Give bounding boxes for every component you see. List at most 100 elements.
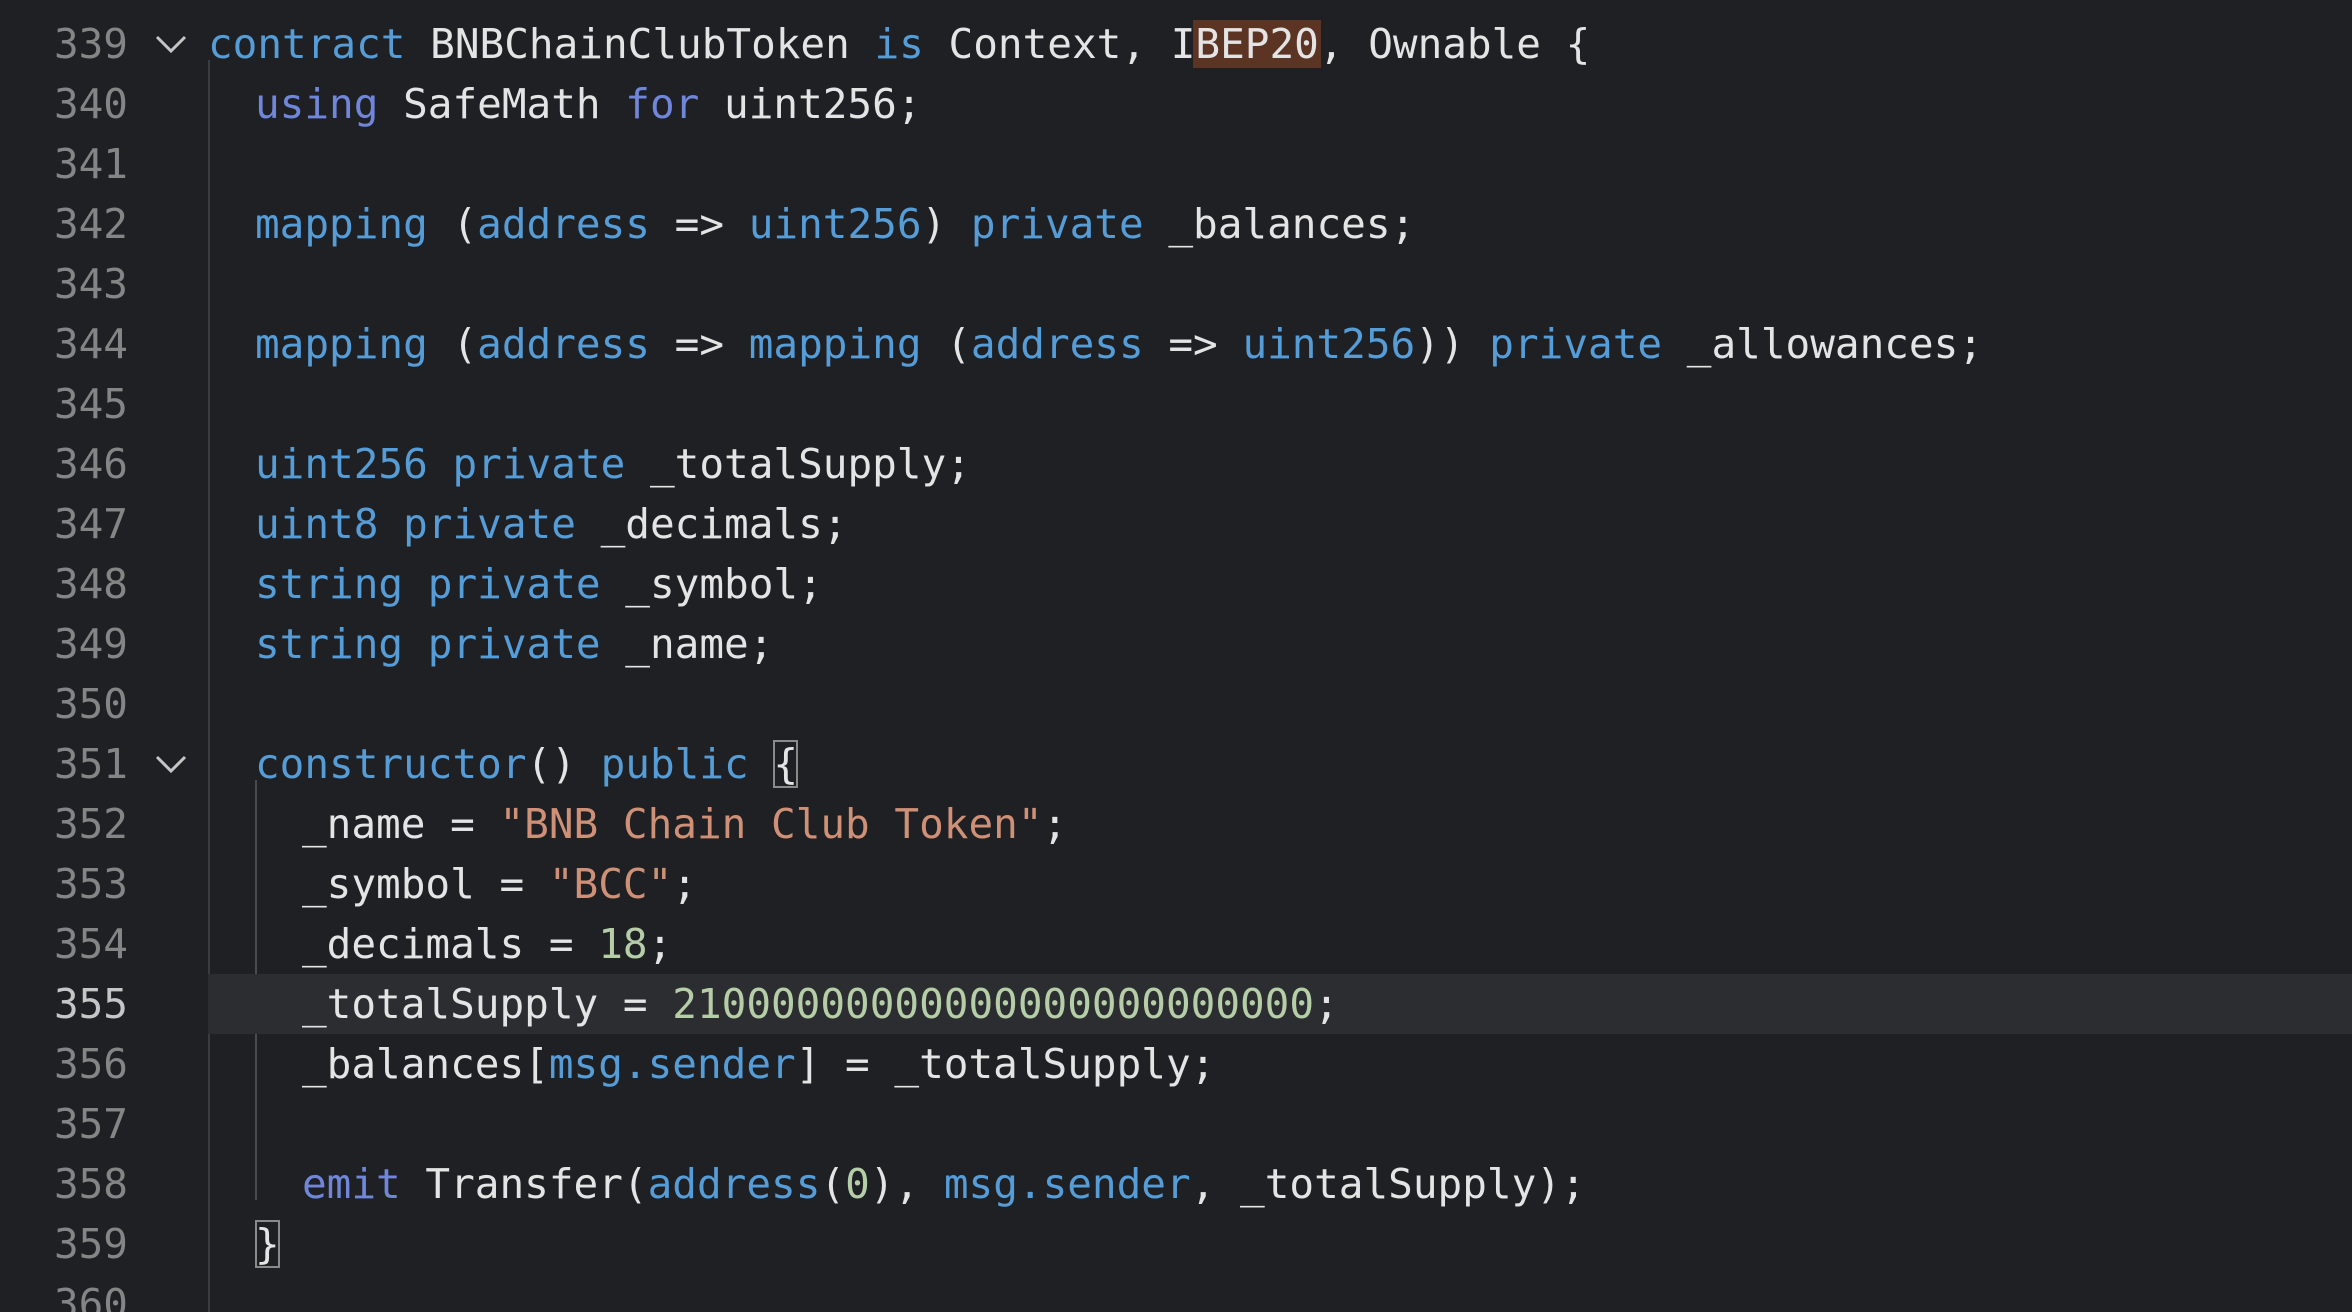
line-number: 343 [53,260,128,308]
code-line[interactable]: 350 [0,674,2352,734]
line-code: contract BNBChainClubToken is Context, I… [208,14,1590,74]
code-token: address [477,320,650,368]
code-token: uint256 [1242,320,1416,368]
code-token: uint256 [255,440,428,488]
code-token: => [649,320,749,368]
code-line[interactable]: 349 string private _name; [0,614,2352,674]
code-line[interactable]: 352 _name = "BNB Chain Club Token"; [0,794,2352,854]
code-line[interactable]: 354 _decimals = 18; [0,914,2352,974]
code-line[interactable]: 351 constructor() public { [0,734,2352,794]
code-line[interactable]: 339 contract BNBChainClubToken is Context… [0,14,2352,74]
code-token: address [970,320,1144,368]
matched-bracket: } [255,1220,280,1268]
code-token: _decimals = [302,920,599,968]
code-token: ( [921,320,971,368]
line-number: 345 [53,380,128,428]
code-token: _name = [302,800,500,848]
line-number: 354 [53,920,128,968]
code-token: 0 [845,1160,870,1208]
code-token: _name; [600,620,774,668]
code-token: => [649,200,749,248]
code-token: , Ownable { [1318,20,1591,68]
code-line[interactable]: 342 mapping (address => uint256) private … [0,194,2352,254]
code-token: BNBChainClubToken [430,20,850,68]
code-token: emit [302,1160,401,1208]
line-number: 353 [53,860,128,908]
code-token: private [427,560,601,608]
code-token: ; [1042,800,1068,848]
line-number: 340 [53,80,128,128]
line-number: 352 [53,800,128,848]
code-token: SafeMath [378,80,626,128]
line-code: emit Transfer(address(0), msg.sender, _t… [302,1154,1586,1214]
code-token: 18 [598,920,648,968]
code-line[interactable]: 344 mapping (address => mapping (address … [0,314,2352,374]
line-code: uint8 private _decimals; [255,494,847,554]
chevron-down-icon[interactable] [154,752,188,776]
line-number: 341 [53,140,128,188]
code-token: address [647,1160,821,1208]
line-code: using SafeMath for uint256; [255,74,922,134]
code-line[interactable]: 345 [0,374,2352,434]
code-line[interactable]: 348 string private _symbol; [0,554,2352,614]
code-token: private [427,620,601,668]
code-line[interactable]: 359} [0,1214,2352,1274]
code-token: Transfer( [400,1160,648,1208]
code-line[interactable]: 355 _totalSupply = 2100000000000000000000… [0,974,2352,1034]
code-token: private [403,500,576,548]
line-number: 344 [53,320,128,368]
code-token: _totalSupply = [302,980,673,1028]
line-code: constructor() public { [255,734,799,794]
code-token: _balances; [1143,200,1416,248]
code-token: _symbol = [302,860,549,908]
chevron-down-icon[interactable] [154,32,188,56]
code-token: using [255,80,379,128]
matched-bracket: { [773,740,799,788]
code-token: mapping [255,200,428,248]
code-token: address [477,200,650,248]
code-token: public [600,740,749,788]
code-token: ( [427,200,478,248]
code-line[interactable]: 341 [0,134,2352,194]
code-line[interactable]: 346 uint256 private _totalSupply; [0,434,2352,494]
line-code: _decimals = 18; [302,914,672,974]
code-line[interactable]: 340 using SafeMath for uint256; [0,74,2352,134]
code-line[interactable]: 357 [0,1094,2352,1154]
code-token: private [1489,320,1663,368]
line-number: 355 [53,980,128,1028]
code-token: )) [1415,320,1490,368]
code-token: ; [1314,980,1339,1028]
code-line[interactable]: 353 _symbol = "BCC"; [0,854,2352,914]
line-number: 346 [53,440,128,488]
code-token: ; [647,920,673,968]
code-token: ) [921,200,971,248]
code-editor[interactable]: 339 contract BNBChainClubToken is Context… [0,0,2352,1312]
code-token: constructor [255,740,527,788]
code-token: mapping [255,320,428,368]
code-line[interactable]: 358 emit Transfer(address(0), msg.sender,… [0,1154,2352,1214]
code-token: contract [208,20,406,68]
line-number: 348 [53,560,128,608]
code-token: Context, [923,20,1171,68]
code-token: ), [869,1160,944,1208]
line-number: 358 [53,1160,128,1208]
code-token: "BCC" [548,860,673,908]
code-token: _totalSupply; [625,440,971,488]
line-code: _balances[msg.sender] = _totalSupply; [302,1034,1215,1094]
code-token: "BNB Chain Club Token" [499,800,1043,848]
selection-highlight: BEP20 [1193,20,1321,68]
code-token: for [625,80,700,128]
code-line[interactable]: 347 uint8 private _decimals; [0,494,2352,554]
line-code: mapping (address => uint256) private _ba… [255,194,1415,254]
code-line[interactable]: 360 [0,1274,2352,1312]
code-token: _balances[ [302,1040,549,1088]
line-code: uint256 private _totalSupply; [255,434,971,494]
code-token: uint8 [255,500,379,548]
line-code: string private _symbol; [255,554,823,614]
code-line[interactable]: 343 [0,254,2352,314]
code-token: 21000000000000000000000000 [672,980,1315,1028]
code-token: private [452,440,626,488]
line-code: string private _name; [255,614,773,674]
code-line[interactable]: 356 _balances[msg.sender] = _totalSupply; [0,1034,2352,1094]
